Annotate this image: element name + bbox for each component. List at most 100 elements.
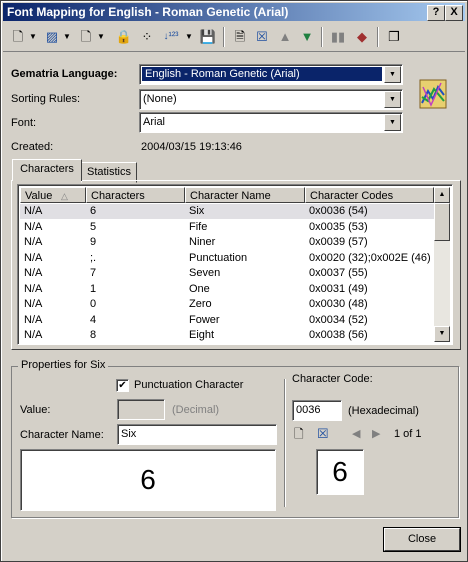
column-header-character-codes[interactable]: Character Codes bbox=[305, 187, 434, 203]
table-cell-value: N/A bbox=[24, 267, 43, 279]
toolbar-separator bbox=[377, 27, 379, 47]
gematria-language-value: English - Roman Genetic (Arial) bbox=[142, 67, 382, 81]
new-dropdown-arrow-icon[interactable]: ▼ bbox=[29, 27, 37, 47]
table-row[interactable]: N/A 7 Seven 0x0037 (55) bbox=[20, 266, 434, 281]
table-cell-name: Six bbox=[189, 205, 205, 217]
column-header-characters[interactable]: Characters bbox=[86, 187, 185, 203]
sorting-rules-label: Sorting Rules: bbox=[11, 93, 81, 105]
page-icon[interactable]: 🗎 bbox=[231, 27, 249, 47]
font-select[interactable]: Arial ▼ bbox=[139, 112, 403, 133]
table-scrollbar[interactable]: ▲ ▼ bbox=[434, 187, 450, 342]
table-row[interactable]: N/A 9 Niner 0x0039 (57) bbox=[20, 235, 434, 250]
table-cell-chars: 5 bbox=[90, 220, 97, 233]
table-row[interactable]: N/A 6 Six 0x0036 (54) bbox=[20, 204, 434, 219]
pager-text: 1 of 1 bbox=[394, 428, 422, 440]
copy-windows-icon[interactable]: ❐ bbox=[385, 27, 403, 47]
lock-icon[interactable]: 🔒 bbox=[115, 27, 133, 47]
table-row[interactable]: N/A 5 Fife 0x0035 (53) bbox=[20, 220, 434, 235]
table-cell-value: N/A bbox=[24, 282, 43, 295]
table-row[interactable]: N/A ;. Punctuation 0x0020 (32);0x002E (46) bbox=[20, 251, 434, 266]
numbering-dropdown-arrow-icon[interactable]: ▼ bbox=[185, 27, 193, 47]
chevron-down-icon[interactable]: ▼ bbox=[384, 91, 401, 108]
table-cell-name: Niner bbox=[189, 236, 216, 248]
shuffle-icon[interactable]: ⁘ bbox=[137, 27, 157, 47]
sorting-rules-select[interactable]: (None) ▼ bbox=[139, 89, 403, 110]
bar-chart-icon[interactable]: ▮▮ bbox=[329, 27, 347, 47]
chevron-down-icon[interactable]: ▼ bbox=[384, 66, 401, 83]
delete-doc-icon[interactable]: 🗋 bbox=[77, 27, 95, 47]
table-row[interactable]: N/A 4 Fower 0x0034 (52) bbox=[20, 313, 434, 328]
scroll-up-icon[interactable]: ▲ bbox=[434, 187, 450, 203]
tab-statistics-label: Statistics bbox=[86, 166, 131, 178]
table-cell-codes: 0x0031 (49) bbox=[309, 282, 368, 295]
decimal-hint: (Decimal) bbox=[172, 404, 220, 416]
font-mapping-dialog: Font Mapping for English - Roman Genetic… bbox=[0, 0, 468, 562]
table-cell-name: Zero bbox=[189, 298, 212, 310]
title-bar: Font Mapping for English - Roman Genetic… bbox=[3, 3, 465, 21]
delete-icon[interactable]: ☒ bbox=[253, 27, 271, 47]
close-button[interactable]: Close bbox=[383, 527, 461, 552]
character-code-label: Character Code: bbox=[292, 373, 373, 385]
hexadecimal-hint: (Hexadecimal) bbox=[348, 405, 419, 417]
window-title: Font Mapping for English - Roman Genetic… bbox=[7, 5, 289, 19]
scroll-thumb[interactable] bbox=[434, 203, 450, 241]
map-chart-icon[interactable] bbox=[419, 79, 447, 109]
created-label: Created: bbox=[11, 141, 54, 153]
delete-dropdown-arrow-icon[interactable]: ▼ bbox=[97, 27, 105, 47]
table-cell-chars: 8 bbox=[90, 329, 97, 341]
toolbar-separator bbox=[321, 27, 323, 47]
character-code-field[interactable]: 0036 bbox=[292, 400, 342, 421]
table-cell-name: Fower bbox=[189, 313, 220, 326]
delete-code-icon[interactable]: ☒ bbox=[317, 426, 333, 442]
table-cell-chars: 7 bbox=[90, 267, 97, 279]
table-cell-value: N/A bbox=[24, 329, 43, 341]
table-cell-chars: 9 bbox=[90, 236, 97, 248]
save-icon[interactable]: 💾 bbox=[199, 27, 217, 47]
character-preview-small: 6 bbox=[316, 449, 364, 495]
toolbar-separator bbox=[223, 27, 225, 47]
page-one-icon[interactable]: 🗋 bbox=[294, 426, 310, 442]
column-header-value[interactable]: Value △ bbox=[20, 187, 86, 203]
table-row[interactable]: N/A 1 One 0x0031 (49) bbox=[20, 282, 434, 297]
sort-ascending-icon: △ bbox=[61, 191, 68, 201]
next-arrow-icon[interactable]: ▶ bbox=[372, 426, 384, 442]
table-cell-codes: 0x0039 (57) bbox=[309, 236, 368, 248]
help-title-button[interactable]: ? bbox=[427, 5, 445, 21]
toolbar: 🗋 ▼ ▨ ▼ 🗋 ▼ 🔒 ⁘ ↓¹²³ ▼ 💾 🗎 ☒ ▲ ▼ ▮▮ ◆ ❐ bbox=[3, 23, 465, 52]
tab-characters[interactable]: Characters bbox=[12, 159, 82, 181]
table-row[interactable]: N/A 0 Zero 0x0030 (48) bbox=[20, 297, 434, 312]
font-value: Arial bbox=[143, 116, 166, 128]
table-cell-name: Eight bbox=[189, 329, 215, 341]
font-label: Font: bbox=[11, 117, 37, 129]
edit-doc-icon[interactable]: ▨ bbox=[43, 27, 61, 47]
character-name-field[interactable]: Six bbox=[117, 424, 277, 445]
scroll-down-icon[interactable]: ▼ bbox=[434, 326, 450, 342]
numbering-icon[interactable]: ↓¹²³ bbox=[161, 27, 181, 47]
created-value: 2004/03/15 19:13:46 bbox=[141, 141, 242, 153]
down-arrow-icon[interactable]: ▼ bbox=[299, 27, 315, 47]
properties-group: Properties for Six ✔ Punctuation Charact… bbox=[11, 359, 459, 518]
table-cell-chars: 6 bbox=[90, 205, 97, 217]
characters-table[interactable]: Value △ Characters Character Name Charac… bbox=[17, 184, 453, 345]
character-code-value: 0036 bbox=[296, 404, 321, 416]
close-title-button[interactable]: X bbox=[445, 5, 463, 21]
gematria-language-select[interactable]: English - Roman Genetic (Arial) ▼ bbox=[139, 64, 403, 85]
previous-arrow-icon[interactable]: ◀ bbox=[352, 426, 364, 442]
table-cell-codes: 0x0037 (55) bbox=[309, 267, 368, 279]
table-cell-value: N/A bbox=[24, 236, 43, 248]
value-field[interactable] bbox=[117, 399, 165, 420]
table-cell-codes: 0x0036 (54) bbox=[309, 205, 368, 217]
new-doc-icon[interactable]: 🗋 bbox=[9, 27, 27, 47]
table-row[interactable]: N/A 8 Eight 0x0038 (56) bbox=[20, 328, 434, 343]
chevron-down-icon[interactable]: ▼ bbox=[384, 114, 401, 131]
character-name-label: Character Name: bbox=[20, 429, 104, 441]
punctuation-checkbox[interactable]: ✔ bbox=[116, 379, 129, 392]
up-arrow-icon[interactable]: ▲ bbox=[277, 27, 293, 47]
punctuation-character-label: Punctuation Character bbox=[134, 379, 244, 391]
value-label: Value: bbox=[20, 404, 51, 416]
table-cell-name: Fife bbox=[189, 220, 208, 233]
column-header-character-name[interactable]: Character Name bbox=[185, 187, 305, 203]
table-cell-codes: 0x0034 (52) bbox=[309, 313, 368, 326]
edit-dropdown-arrow-icon[interactable]: ▼ bbox=[63, 27, 71, 47]
cube-icon[interactable]: ◆ bbox=[353, 27, 371, 47]
